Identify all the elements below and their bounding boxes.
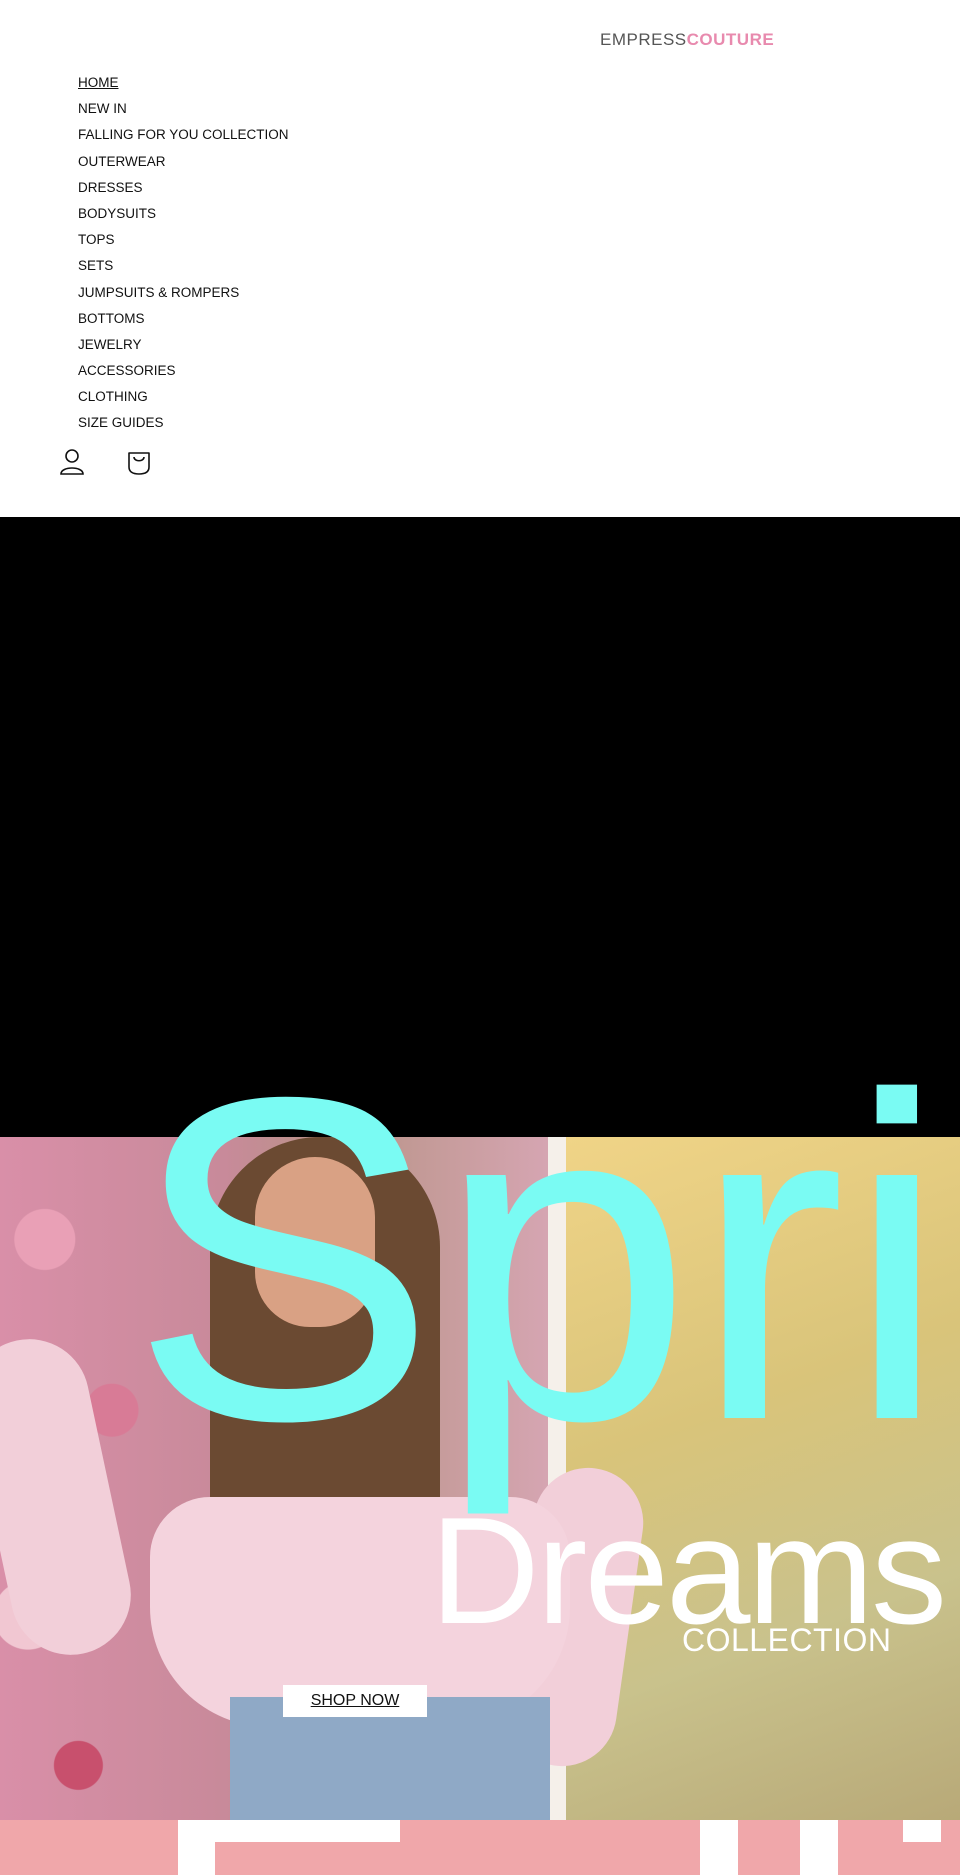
hero-big-word: Spring: [130, 1030, 950, 1516]
nav-item-label: HOME: [78, 75, 119, 90]
nav-item-label: ACCESSORIES: [78, 363, 176, 379]
nav-item-label: CLOTHING: [78, 389, 148, 405]
nav-item-falling-for-you[interactable]: FALLING FOR YOU COLLECTION: [78, 122, 289, 148]
banner-letter-shape: [800, 1820, 838, 1875]
user-icon: [60, 449, 84, 475]
cart-button[interactable]: [123, 446, 155, 478]
nav-item-outerwear[interactable]: OUTERWEAR: [78, 149, 289, 175]
nav-item-accessories[interactable]: ACCESSORIES: [78, 358, 289, 384]
banner-letter-shape: [178, 1820, 400, 1842]
nav-item-tops[interactable]: TOPS: [78, 227, 289, 253]
nav-item-label: JUMPSUITS & ROMPERS: [78, 284, 240, 300]
nav-item-label: FALLING FOR YOU COLLECTION: [78, 127, 289, 143]
nav-item-new-in[interactable]: NEW IN: [78, 96, 289, 122]
nav-item-jumpsuits[interactable]: JUMPSUITS & ROMPERS: [78, 280, 289, 306]
nav-item-label: BOTTOMS: [78, 310, 145, 326]
nav-item-label: DRESSES: [78, 179, 143, 195]
nav-item-label: OUTERWEAR: [78, 153, 166, 169]
site-header: EMPRESSCOUTURE HOME NEW IN FALLING FOR Y…: [0, 0, 960, 517]
nav-item-bottoms[interactable]: BOTTOMS: [78, 306, 289, 332]
nav-item-bodysuits[interactable]: BODYSUITS: [78, 201, 289, 227]
main-nav: HOME NEW IN FALLING FOR YOU COLLECTION O…: [78, 70, 289, 437]
brand-logo-part1: EMPRESS: [600, 30, 687, 49]
nav-item-sets[interactable]: SETS: [78, 253, 289, 279]
nav-item-jewelry[interactable]: JEWELRY: [78, 332, 289, 358]
nav-item-label: JEWELRY: [78, 336, 142, 352]
nav-item-label: TOPS: [78, 232, 115, 248]
nav-item-label: SIZE GUIDES: [78, 415, 164, 431]
hero-subtitle: COLLECTION: [682, 1622, 892, 1658]
nav-item-clothing[interactable]: CLOTHING: [78, 384, 289, 410]
shop-now-button[interactable]: SHOP NOW: [283, 1685, 427, 1717]
banner-letter-shape: [903, 1820, 941, 1842]
banner-letter-shape: [700, 1820, 738, 1875]
next-banner: [0, 1820, 960, 1875]
nav-item-label: BODYSUITS: [78, 205, 157, 221]
nav-item-label: SETS: [78, 258, 114, 274]
brand-logo-part2: COUTURE: [686, 30, 775, 49]
account-button[interactable]: [56, 446, 88, 478]
brand-logo[interactable]: EMPRESSCOUTURE: [600, 30, 774, 50]
nav-item-size-guides[interactable]: SIZE GUIDES: [78, 410, 289, 436]
shopping-bag-icon: [128, 452, 150, 475]
nav-item-home[interactable]: HOME: [78, 70, 289, 96]
nav-item-dresses[interactable]: DRESSES: [78, 175, 289, 201]
nav-item-label: NEW IN: [78, 101, 127, 117]
